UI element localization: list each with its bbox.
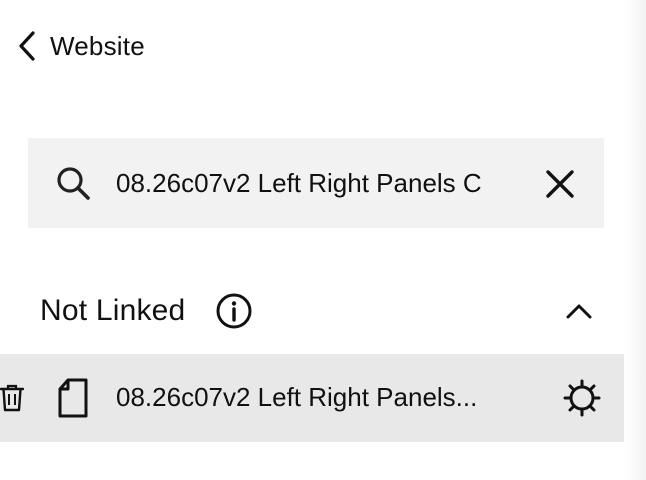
search-bar [28,138,604,228]
back-to-website-button[interactable]: Website [14,26,145,66]
search-icon [54,164,92,202]
clear-search-button[interactable] [540,164,580,204]
scroll-edge-shadow [624,0,646,480]
collapse-section-button[interactable] [562,294,596,328]
page-list-item[interactable]: 08.26c07v2 Left Right Panels... [0,354,646,442]
search-input[interactable] [116,160,546,206]
trash-icon[interactable] [0,384,25,412]
section-title: Not Linked [40,294,186,327]
back-label: Website [50,30,145,61]
chevron-left-icon [14,29,40,63]
chevron-up-icon [566,304,592,319]
pages-panel: Website Not Linked [0,0,646,480]
gear-icon[interactable] [562,378,602,418]
info-icon[interactable] [215,292,253,330]
not-linked-section-header[interactable]: Not Linked [40,288,606,334]
page-icon [56,378,90,418]
page-title: 08.26c07v2 Left Right Panels... [116,382,478,412]
close-icon [546,170,574,198]
